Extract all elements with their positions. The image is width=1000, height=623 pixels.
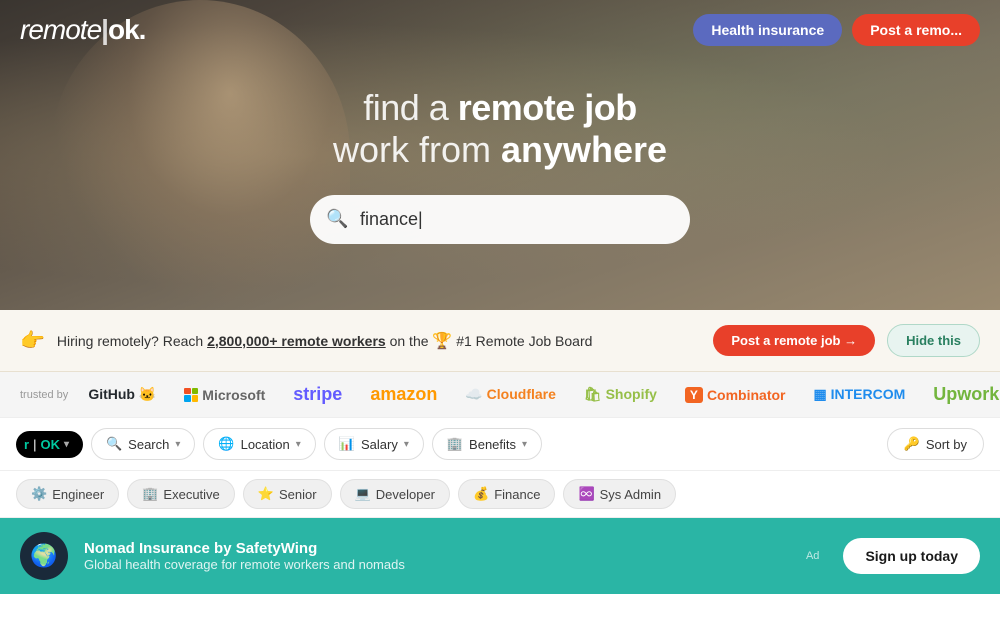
search-icon: 🔍 <box>326 209 348 230</box>
tag-sysadmin[interactable]: ♾️ Sys Admin <box>563 479 676 509</box>
location-icon: 🌐 <box>218 436 234 452</box>
bottom-banner: 🌍 Nomad Insurance by SafetyWing Global h… <box>0 518 1000 594</box>
tag-senior[interactable]: ⭐ Senior <box>243 479 332 509</box>
location-filter-button[interactable]: 🌐 Location ▾ <box>203 428 315 460</box>
benefits-icon: 🏢 <box>447 436 463 452</box>
salary-chevron-icon: ▾ <box>404 439 409 450</box>
tag-executive[interactable]: 🏢 Executive <box>127 479 235 509</box>
trusted-label: trusted by <box>20 389 68 401</box>
hero-content: find a remote job work from anywhere 🔍 <box>310 87 690 244</box>
site-logo: remote|ok. <box>20 14 145 46</box>
banner-ad-label: Ad <box>806 550 819 562</box>
promo-emoji: 👉 <box>20 328 45 353</box>
nav-buttons: Health insurance Post a remo... <box>693 14 980 46</box>
tag-finance[interactable]: 💰 Finance <box>458 479 555 509</box>
ms-sq-3 <box>184 395 191 402</box>
search-filter-icon: 🔍 <box>106 436 122 452</box>
ycombinator-logo: Y Combinator <box>685 387 786 403</box>
senior-icon: ⭐ <box>258 486 274 502</box>
ms-sq-4 <box>192 395 199 402</box>
search-filter-button[interactable]: 🔍 Search ▾ <box>91 428 195 460</box>
cloudflare-logo: ☁️ Cloudflare <box>465 386 556 403</box>
logo-pill[interactable]: r|OK ▾ <box>16 431 83 458</box>
filters-row: r|OK ▾ 🔍 Search ▾ 🌐 Location ▾ 📊 Salary … <box>0 418 1000 471</box>
banner-title: Nomad Insurance by SafetyWing <box>84 540 790 557</box>
amazon-logo: amazon <box>370 384 437 405</box>
hero-line2: work from anywhere <box>310 129 690 171</box>
health-insurance-button[interactable]: Health insurance <box>693 14 842 46</box>
salary-filter-button[interactable]: 📊 Salary ▾ <box>324 428 424 460</box>
hero-section: remote|ok. Health insurance Post a remo.… <box>0 0 1000 310</box>
microsoft-logo: Microsoft <box>184 387 265 403</box>
sysadmin-icon: ♾️ <box>578 486 594 502</box>
stripe-logo: stripe <box>293 384 342 405</box>
post-remote-button[interactable]: Post a remo... <box>852 14 980 46</box>
logos-row: GitHub 🐱 Microsoft stripe amazon ☁️ Clou… <box>88 384 999 405</box>
finance-icon: 💰 <box>473 486 489 502</box>
executive-icon: 🏢 <box>142 486 158 502</box>
microsoft-squares <box>184 388 198 402</box>
tag-developer[interactable]: 💻 Developer <box>340 479 450 509</box>
location-chevron-icon: ▾ <box>296 439 301 450</box>
tag-engineer[interactable]: ⚙️ Engineer <box>16 479 119 509</box>
signup-button[interactable]: Sign up today <box>843 538 980 574</box>
hide-this-button[interactable]: Hide this <box>887 324 980 357</box>
hero-search-input[interactable] <box>310 195 690 244</box>
promo-text: Hiring remotely? Reach 2,800,000+ remote… <box>57 331 701 351</box>
engineer-icon: ⚙️ <box>31 486 47 502</box>
salary-icon: 📊 <box>339 436 355 452</box>
intercom-logo: ▦ INTERCOM <box>814 386 906 403</box>
benefits-filter-button[interactable]: 🏢 Benefits ▾ <box>432 428 542 460</box>
banner-text: Nomad Insurance by SafetyWing Global hea… <box>84 540 790 572</box>
sort-icon: 🔑 <box>904 436 920 452</box>
benefits-chevron-icon: ▾ <box>522 439 527 450</box>
developer-icon: 💻 <box>355 486 371 502</box>
github-logo: GitHub 🐱 <box>88 386 156 403</box>
shopify-logo: 🛍 Shopify <box>584 386 657 403</box>
sort-by-button[interactable]: 🔑 Sort by <box>887 428 984 460</box>
banner-subtitle: Global health coverage for remote worker… <box>84 557 790 572</box>
search-wrapper: 🔍 <box>310 195 690 244</box>
navbar: remote|ok. Health insurance Post a remo.… <box>0 0 1000 60</box>
tags-row: ⚙️ Engineer 🏢 Executive ⭐ Senior 💻 Devel… <box>0 471 1000 518</box>
upwork-logo: Upwork <box>933 384 999 405</box>
trusted-bar: trusted by GitHub 🐱 Microsoft stripe ama… <box>0 372 1000 418</box>
search-chevron-icon: ▾ <box>175 439 180 450</box>
hero-line1: find a remote job <box>310 87 690 129</box>
ms-sq-2 <box>192 388 199 395</box>
promo-workers-link[interactable]: 2,800,000+ remote workers <box>207 333 386 349</box>
ms-sq-1 <box>184 388 191 395</box>
promo-banner: 👉 Hiring remotely? Reach 2,800,000+ remo… <box>0 310 1000 372</box>
post-job-button[interactable]: Post a remote job → <box>713 325 875 356</box>
banner-icon: 🌍 <box>20 532 68 580</box>
